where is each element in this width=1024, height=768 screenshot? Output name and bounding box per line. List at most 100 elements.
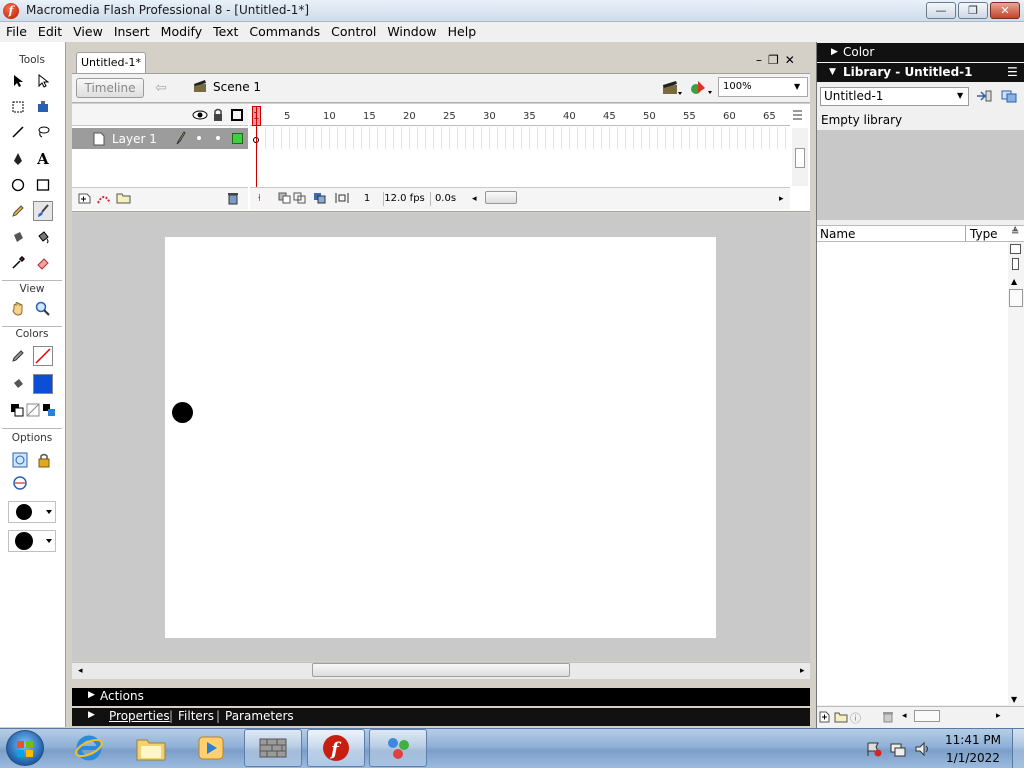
line-tool-icon[interactable]	[8, 122, 28, 142]
eyedropper-tool-icon[interactable]	[8, 253, 28, 273]
insert-layer-icon[interactable]	[78, 191, 92, 208]
black-circle-shape[interactable]	[172, 402, 193, 423]
onion-outlines-icon[interactable]	[293, 192, 307, 206]
document-window-buttons[interactable]: –❐✕	[756, 53, 801, 67]
eraser-tool-icon[interactable]	[33, 253, 53, 273]
timeline-options-icon[interactable]	[792, 109, 806, 124]
lib-hscroll-thumb[interactable]	[914, 710, 940, 722]
fill-color-swatch[interactable]	[33, 374, 53, 394]
menu-file[interactable]: File	[0, 22, 32, 40]
menu-view[interactable]: View	[67, 22, 108, 40]
lock-fill-icon[interactable]	[34, 450, 54, 470]
stage-canvas[interactable]	[165, 237, 716, 638]
lasso-tool-icon[interactable]	[33, 122, 53, 142]
tab-parameters[interactable]: Parameters	[225, 709, 294, 723]
taskbar-explorer[interactable]	[122, 729, 180, 767]
library-panel-header[interactable]: ▼ Library - Untitled-1 ☰	[817, 63, 1024, 82]
menu-control[interactable]: Control	[325, 22, 381, 40]
new-library-panel-icon[interactable]	[976, 89, 992, 106]
hscroll-left-arrow-icon[interactable]: ◂	[78, 666, 83, 676]
menu-text[interactable]: Text	[207, 22, 243, 40]
eye-icon[interactable]	[192, 109, 208, 124]
paint-bucket-tool-icon[interactable]	[33, 227, 53, 247]
timeline-vscroll-thumb[interactable]	[795, 148, 805, 168]
lock-dot[interactable]	[216, 136, 220, 140]
menu-window[interactable]: Window	[381, 22, 441, 40]
edit-multiple-frames-icon[interactable]	[313, 192, 327, 206]
timeline-hscroll-thumb[interactable]	[485, 191, 517, 204]
pin-library-icon[interactable]	[1001, 89, 1017, 106]
actions-panel-bar[interactable]: ▶ Actions	[72, 688, 810, 706]
taskbar-ie[interactable]	[60, 729, 118, 767]
column-name[interactable]: Name	[820, 227, 855, 241]
restore-button[interactable]: ❐	[958, 2, 988, 19]
menu-help[interactable]: Help	[442, 22, 482, 40]
clock-date[interactable]: 1/1/2022	[940, 751, 1006, 765]
onion-skin-icon[interactable]	[278, 192, 292, 206]
pencil-tool-icon[interactable]	[8, 201, 28, 221]
swap-colors-icon[interactable]	[41, 402, 57, 418]
no-color-icon[interactable]	[25, 402, 41, 418]
sort-order-icon[interactable]: ≜	[1011, 227, 1019, 238]
gradient-transform-tool-icon[interactable]	[33, 97, 53, 117]
clock-time[interactable]: 11:41 PM	[940, 733, 1006, 747]
properties-icon[interactable]: ⓘ	[850, 710, 861, 726]
lib-scroll-up-icon[interactable]: ▲	[1011, 277, 1017, 286]
subselection-tool-icon[interactable]	[33, 71, 53, 91]
flash-app-icon[interactable]: f	[3, 3, 19, 19]
visibility-dot[interactable]	[197, 136, 201, 140]
library-options-icon[interactable]: ☰	[1007, 63, 1018, 82]
wide-view-icon[interactable]	[1010, 244, 1021, 254]
stroke-color-swatch[interactable]	[33, 346, 53, 366]
oval-tool-icon[interactable]	[8, 175, 28, 195]
network-icon[interactable]	[890, 741, 906, 760]
library-vertical-scrollbar[interactable]	[1008, 242, 1024, 705]
timeline-hscroll-right-icon[interactable]: ▸	[779, 192, 784, 206]
center-frame-icon[interactable]: ⍿	[258, 192, 261, 206]
brush-tool-icon[interactable]	[33, 201, 53, 221]
close-button[interactable]: ✕	[990, 2, 1020, 19]
insert-folder-icon[interactable]	[116, 191, 132, 208]
add-motion-guide-icon[interactable]	[96, 191, 112, 208]
taskbar-network-app[interactable]	[369, 729, 427, 767]
menu-modify[interactable]: Modify	[155, 22, 207, 40]
lib-hscroll-right-icon[interactable]: ▸	[996, 711, 1001, 721]
rectangle-tool-icon[interactable]	[33, 175, 53, 195]
stage-hscroll-thumb[interactable]	[312, 663, 570, 677]
tab-properties[interactable]: Properties	[109, 709, 170, 723]
lib-scroll-down-icon[interactable]: ▼	[1011, 695, 1017, 704]
taskbar-flash[interactable]: f	[307, 729, 365, 767]
modify-onion-markers-icon[interactable]	[335, 192, 349, 206]
document-tab[interactable]: Untitled-1*	[76, 52, 146, 73]
zoom-dropdown-arrow-icon[interactable]: ▼	[794, 82, 800, 91]
new-symbol-icon[interactable]	[819, 711, 831, 726]
pressure-icon[interactable]	[10, 473, 30, 493]
brush-size-dropdown[interactable]	[8, 501, 56, 523]
volume-icon[interactable]	[914, 741, 930, 760]
library-select-arrow-icon[interactable]: ▼	[957, 91, 963, 100]
zoom-tool-icon[interactable]	[33, 299, 53, 319]
pen-tool-icon[interactable]	[8, 149, 28, 169]
menu-edit[interactable]: Edit	[32, 22, 67, 40]
lib-scroll-thumb[interactable]	[1009, 289, 1023, 307]
selection-tool-icon[interactable]	[8, 71, 28, 91]
hscroll-right-arrow-icon[interactable]: ▸	[800, 666, 805, 676]
menu-insert[interactable]: Insert	[108, 22, 155, 40]
delete-layer-trash-icon[interactable]	[226, 191, 240, 208]
taskbar-app-window[interactable]	[244, 729, 302, 767]
narrow-view-icon[interactable]	[1012, 258, 1019, 270]
new-folder-icon[interactable]	[834, 711, 848, 726]
action-center-flag-icon[interactable]	[866, 741, 882, 760]
timeline-hscroll-left-icon[interactable]: ◂	[472, 192, 477, 206]
expand-arrow-icon[interactable]: ▶	[88, 710, 95, 720]
back-arrow-icon[interactable]: ⇦	[155, 80, 167, 96]
panel-splitter-horizontal[interactable]	[72, 680, 810, 687]
show-desktop-button[interactable]	[1012, 729, 1024, 768]
black-white-icon[interactable]	[9, 402, 25, 418]
lib-hscroll-left-icon[interactable]: ◂	[902, 711, 907, 721]
tab-filters[interactable]: Filters	[178, 709, 214, 723]
frame-cells[interactable]	[250, 127, 790, 149]
brush-shape-dropdown[interactable]	[8, 530, 56, 552]
column-type[interactable]: Type	[970, 227, 998, 241]
color-panel-header[interactable]: ▶ Color	[817, 43, 1024, 62]
